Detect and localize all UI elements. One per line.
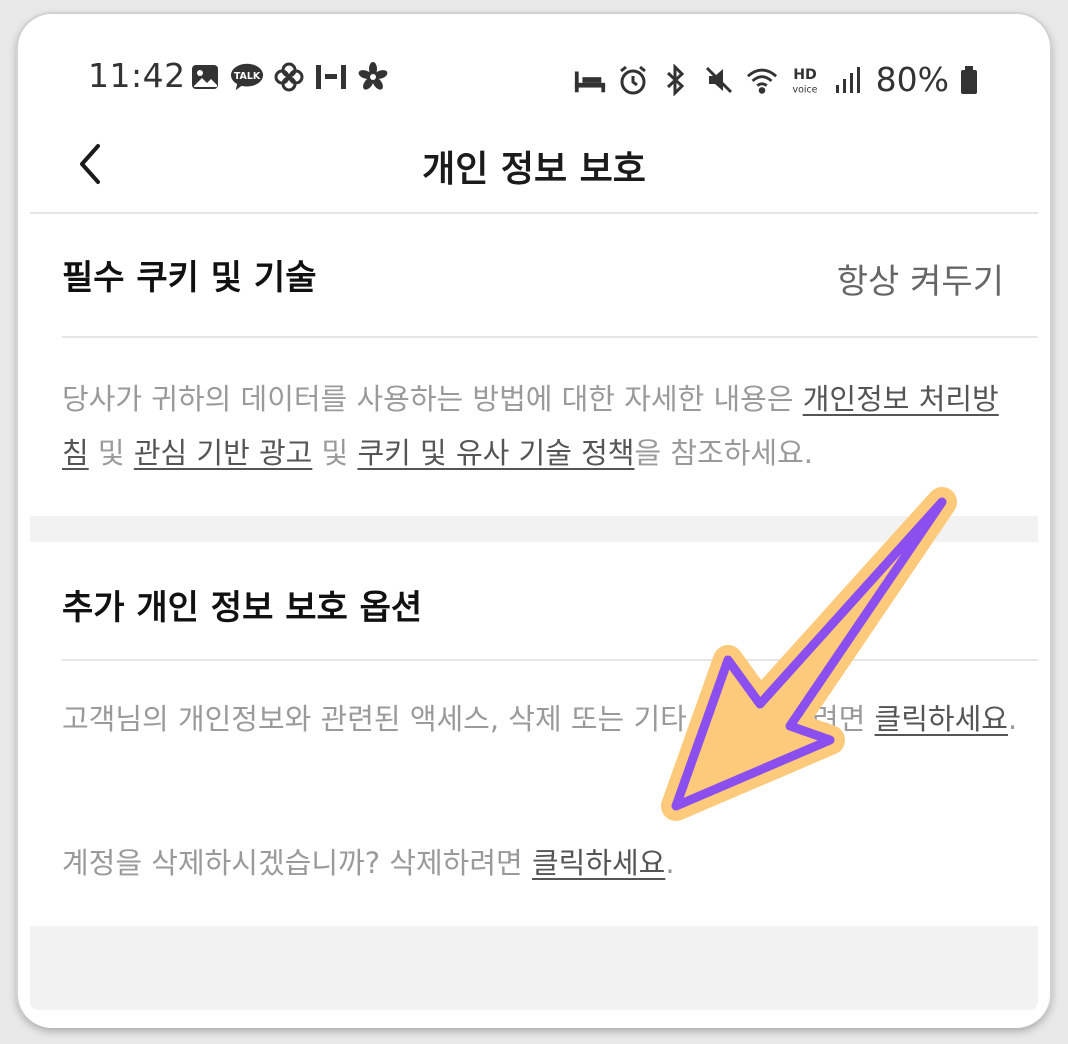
essential-desc-text: 당사가 귀하의 데이터를 사용하는 방법에 대한 자세한 내용은 [62,382,803,416]
wifi-icon [745,63,779,97]
system-icons: HD voice 80% [573,60,980,99]
alarm-icon [616,63,650,97]
cookie-policy-link[interactable]: 쿠키 및 유사 기술 정책 [357,436,634,470]
hd-voice-icon: HD voice [788,63,822,97]
status-time: 11:42 [88,56,186,95]
battery-icon [958,63,980,97]
flower-icon [356,60,390,94]
conjunction-text: 및 [312,436,358,470]
always-on-status: 항상 켜두기 [836,262,1004,302]
voice-label: voice [792,84,817,95]
bed-icon [573,63,607,97]
phone-screen: 11:42 TALK HD voice 80% 개인 정보 보호 필수 쿠키 및… [18,14,1050,1026]
essential-desc-suffix: 을 참조하세요. [634,436,813,470]
period: . [1007,702,1018,736]
bluetooth-icon [659,63,693,97]
kakaotalk-icon: TALK [230,60,264,94]
signal-icon [831,63,865,97]
status-bar: 11:42 TALK HD voice 80% [18,52,1050,102]
gallery-icon [188,60,222,94]
h-icon [314,60,348,94]
hd-label: HD [793,67,817,83]
mute-icon [702,63,736,97]
essential-divider [62,336,1038,338]
top-bar: 개인 정보 보호 [30,122,1038,214]
additional-options-heading: 추가 개인 정보 보호 옵션 [62,588,423,628]
header-divider [30,212,1038,214]
section-separator [30,516,1038,542]
bottom-band [30,926,1038,1010]
delete-account-link[interactable]: 클릭하세요 [532,846,665,880]
access-request-text: 고객님의 개인정보와 관련된 액세스, 삭제 또는 기타 요청을 하려면 클릭하… [62,692,1022,746]
essential-cookies-heading: 필수 쿠키 및 기술 [62,258,317,298]
access-request-desc: 고객님의 개인정보와 관련된 액세스, 삭제 또는 기타 요청을 하려면 [62,702,875,736]
conjunction-text: 및 [88,436,134,470]
kakao-label: TALK [234,71,261,82]
access-request-link[interactable]: 클릭하세요 [875,702,1008,736]
delete-account-desc: 계정을 삭제하시겠습니까? 삭제하려면 [62,846,532,880]
page-title: 개인 정보 보호 [422,149,646,190]
additional-divider [62,659,1038,661]
period: . [665,846,675,880]
battery-percent: 80% [875,60,949,99]
notification-icons: TALK [188,60,390,94]
essential-description: 당사가 귀하의 데이터를 사용하는 방법에 대한 자세한 내용은 개인정보 처리… [62,372,1022,480]
pinwheel-icon [272,60,306,94]
delete-account-text: 계정을 삭제하시겠습니까? 삭제하려면 클릭하세요. [62,836,1022,890]
interest-based-ads-link[interactable]: 관심 기반 광고 [134,436,313,470]
